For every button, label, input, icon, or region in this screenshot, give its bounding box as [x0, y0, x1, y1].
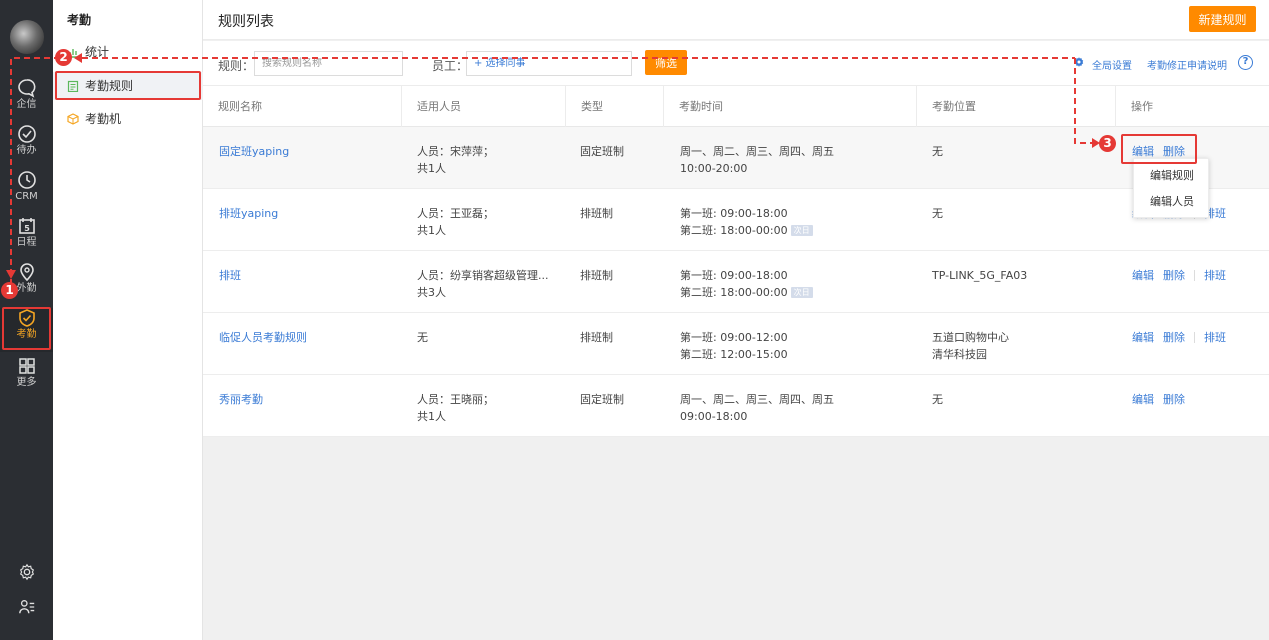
app-root: 企信 待办 CRM 5 日程 外勤 考勤 更多 考勤 统计 考勤规则 考勤机 规… [0, 0, 1269, 640]
annotation-dashed-path [6, 53, 1100, 285]
annotation-step-2: 2 [55, 49, 72, 66]
annotation-step-1: 1 [1, 282, 18, 299]
annotation-step-3: 3 [1099, 135, 1116, 152]
